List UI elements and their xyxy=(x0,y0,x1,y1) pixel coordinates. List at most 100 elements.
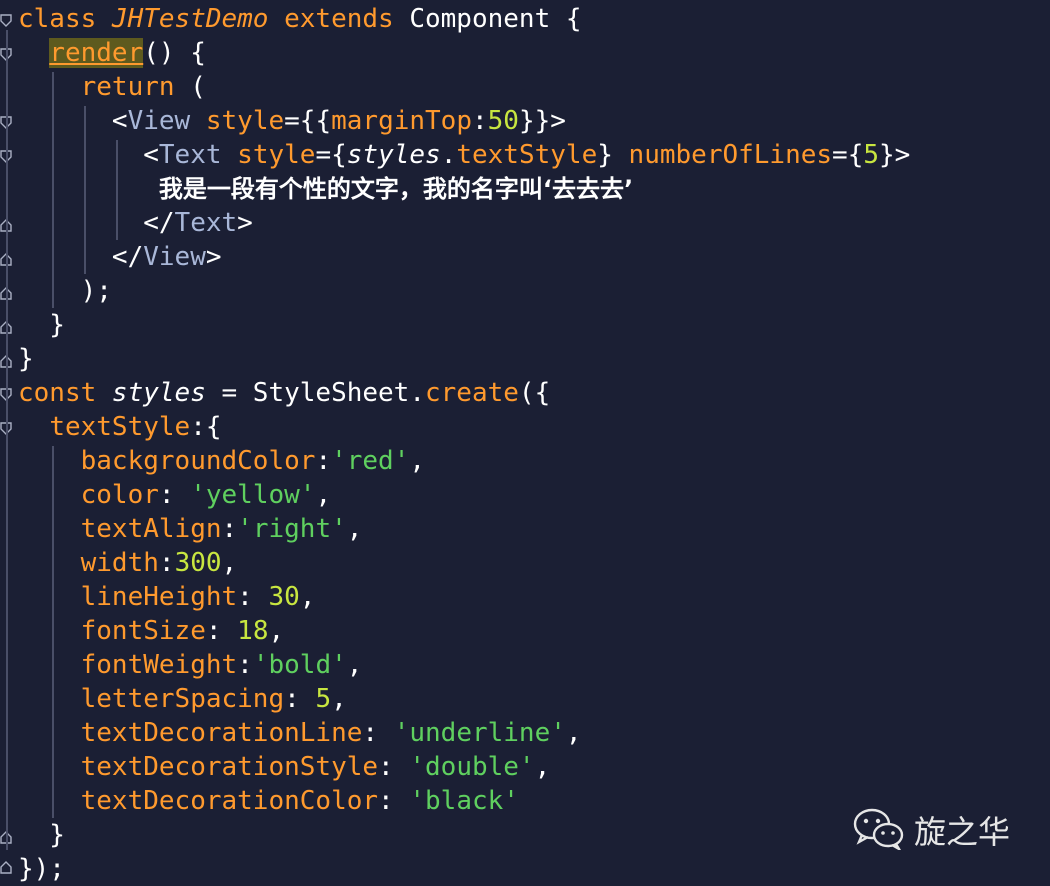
code-line[interactable]: textAlign:'right', xyxy=(18,512,363,546)
code-token: , xyxy=(299,582,316,612)
code-line[interactable]: } xyxy=(18,342,34,376)
code-token: = StyleSheet. xyxy=(205,378,425,408)
code-token: 18 xyxy=(237,616,269,646)
code-token: Text xyxy=(158,140,238,170)
code-token: : xyxy=(472,106,488,136)
code-token: , xyxy=(331,684,347,714)
code-token: lineHeight xyxy=(80,582,238,612)
code-token: textAlign xyxy=(80,514,222,544)
fold-gutter xyxy=(0,0,16,884)
code-token: Text xyxy=(174,208,238,238)
code-line[interactable]: textStyle:{ xyxy=(18,410,221,444)
code-token: style xyxy=(237,140,316,170)
code-line[interactable]: return ( xyxy=(18,70,206,104)
code-token: , xyxy=(346,650,363,680)
code-token: fontWeight xyxy=(80,650,238,680)
code-token: > xyxy=(237,208,253,238)
code-line[interactable]: render() { xyxy=(18,36,206,70)
code-line[interactable]: </View> xyxy=(18,240,222,274)
code-token: ( xyxy=(174,72,206,102)
code-token: 'yellow' xyxy=(190,480,316,510)
code-line[interactable]: <View style={{marginTop:50}}> xyxy=(18,104,566,138)
code-token: > xyxy=(205,242,222,272)
code-token: JHTestDemo xyxy=(111,4,285,34)
code-token: 5 xyxy=(863,140,880,170)
code-token: ={ xyxy=(832,140,864,170)
code-token: extends xyxy=(284,4,410,34)
code-line[interactable]: const styles = StyleSheet.create({ xyxy=(18,376,550,410)
code-line[interactable]: backgroundColor:'red', xyxy=(18,444,425,478)
code-token: }}> xyxy=(518,106,566,136)
code-token: style xyxy=(205,106,285,136)
fold-open-icon[interactable] xyxy=(0,14,12,28)
code-token: 'black' xyxy=(409,786,519,816)
code-token: textDecorationLine xyxy=(80,718,363,748)
code-line[interactable]: textDecorationStyle: 'double', xyxy=(18,750,551,784)
code-line[interactable]: ); xyxy=(18,274,112,308)
code-line[interactable]: class JHTestDemo extends Component { xyxy=(18,2,582,36)
code-token: . xyxy=(440,140,457,170)
code-line[interactable]: textDecorationColor: 'black' xyxy=(18,784,519,818)
code-line[interactable]: } xyxy=(18,818,65,852)
code-token: : xyxy=(378,752,410,782)
code-token: 我是一段有个性的文字，我的名字叫‘去去去’ xyxy=(158,175,634,203)
code-token: </ xyxy=(18,208,175,238)
code-token: , xyxy=(268,616,285,646)
code-token: width xyxy=(80,548,159,578)
code-line[interactable]: fontWeight:'bold', xyxy=(18,648,363,682)
code-line[interactable]: } xyxy=(18,308,65,342)
code-token: : xyxy=(158,480,191,510)
code-editor[interactable]: class JHTestDemo extends Component { ren… xyxy=(0,0,1050,884)
code-line[interactable]: <Text style={styles.textStyle} numberOfL… xyxy=(18,138,910,172)
code-line[interactable]: width:300, xyxy=(18,546,238,580)
code-token: styles xyxy=(111,378,206,408)
code-line[interactable]: color: 'yellow', xyxy=(18,478,331,512)
code-line[interactable]: letterSpacing: 5, xyxy=(18,682,347,716)
indent-guide xyxy=(6,30,8,850)
code-token: } xyxy=(18,344,34,374)
code-token: , xyxy=(221,548,238,578)
code-token: , xyxy=(346,514,363,544)
code-token: backgroundColor xyxy=(80,446,316,476)
code-line[interactable]: fontSize: 18, xyxy=(18,614,285,648)
code-token: , xyxy=(534,752,551,782)
code-token: () { xyxy=(143,38,206,68)
code-token: return xyxy=(80,72,175,102)
code-line[interactable]: </Text> xyxy=(18,206,253,240)
code-token: create xyxy=(425,378,519,408)
code-token: : xyxy=(315,446,332,476)
code-token: : xyxy=(221,514,238,544)
code-token: View xyxy=(127,106,206,136)
code-token: marginTop xyxy=(331,106,472,136)
code-token: : xyxy=(284,684,316,714)
code-line[interactable]: 我是一段有个性的文字，我的名字叫‘去去去’ xyxy=(18,172,633,206)
code-token: 300 xyxy=(174,548,222,578)
code-token: styles xyxy=(346,140,441,170)
code-token: letterSpacing xyxy=(80,684,285,714)
code-line[interactable]: }); xyxy=(18,852,65,886)
code-token: : xyxy=(362,718,394,748)
code-token: : xyxy=(158,548,175,578)
code-token: } xyxy=(18,310,65,340)
fold-close-icon[interactable] xyxy=(0,860,12,874)
code-token: : xyxy=(237,582,269,612)
code-token: ({ xyxy=(518,378,551,408)
code-token: ={ xyxy=(315,140,347,170)
watermark: 旋之华 xyxy=(852,808,1011,853)
code-token: }); xyxy=(18,854,65,884)
code-token: 'underline' xyxy=(393,718,566,748)
code-token: , xyxy=(565,718,582,748)
code-line[interactable]: textDecorationLine: 'underline', xyxy=(18,716,582,750)
code-token: , xyxy=(315,480,332,510)
code-line[interactable]: lineHeight: 30, xyxy=(18,580,316,614)
watermark-text: 旋之华 xyxy=(914,813,1011,851)
